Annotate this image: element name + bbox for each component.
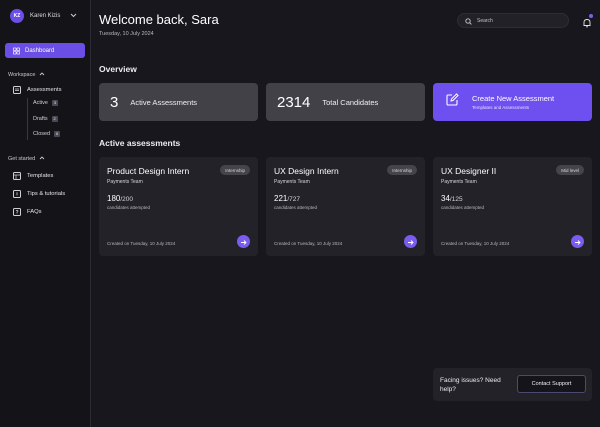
count-badge: 6 xyxy=(54,131,61,137)
stat-label: Total Candidates xyxy=(322,97,379,107)
sidebar-item-assessments[interactable]: Assessments xyxy=(13,86,61,94)
sidebar-subitem-drafts[interactable]: Drafts 2 xyxy=(33,116,58,122)
sidebar-item-label: Templates xyxy=(27,173,54,179)
notification-bell-icon[interactable] xyxy=(582,14,593,28)
attempted-count: 34 xyxy=(441,194,450,203)
sidebar-item-faqs[interactable]: FAQs xyxy=(13,208,42,216)
sidebar-item-label: Dashboard xyxy=(25,47,55,54)
open-assessment-button[interactable] xyxy=(404,235,417,248)
subnav-line xyxy=(27,98,28,140)
create-title: Create New Assessment xyxy=(472,94,555,103)
card-tag: Internship xyxy=(387,165,417,175)
card-team: Payments Team xyxy=(107,179,143,185)
count-badge: 3 xyxy=(51,100,58,106)
attempted-count: 221 xyxy=(274,194,288,203)
main-content: Welcome back, Sara Tuesday, 10 July 2024… xyxy=(91,0,600,427)
sidebar-item-label: Assessments xyxy=(27,87,62,93)
card-caption: candidates attempted xyxy=(107,205,151,210)
get-started-section-toggle[interactable]: Get started xyxy=(8,156,45,162)
subitem-label: Closed xyxy=(33,131,51,137)
stat-value: 3 xyxy=(110,93,119,111)
assessment-card[interactable]: UX Designer II Payments Team Mid level 3… xyxy=(433,157,592,256)
create-assessment-button[interactable]: Create New Assessment Templates and Asse… xyxy=(433,83,592,121)
chevron-down-icon[interactable] xyxy=(70,13,77,20)
subitem-label: Drafts xyxy=(33,116,48,122)
sidebar-item-tips[interactable]: Tips & tutorials xyxy=(13,190,65,198)
stat-value: 2314 xyxy=(277,93,311,111)
grid-icon xyxy=(13,47,20,54)
search-placeholder: Search xyxy=(477,17,493,24)
card-count: 221/727 xyxy=(274,194,300,203)
sidebar-item-label: Tips & tutorials xyxy=(27,191,66,197)
workspace-section-toggle[interactable]: Workspace xyxy=(8,72,45,78)
templates-icon xyxy=(13,172,21,180)
arrow-right-icon xyxy=(240,233,247,251)
edit-icon xyxy=(445,92,459,112)
clipboard-icon xyxy=(13,86,21,94)
card-created-date: Created on Tuesday, 10 July 2024 xyxy=(107,241,176,246)
assessment-card[interactable]: Product Design Intern Payments Team Inte… xyxy=(99,157,258,256)
stat-total-candidates[interactable]: 2314 Total Candidates xyxy=(266,83,425,121)
current-date: Tuesday, 10 July 2024 xyxy=(99,31,154,37)
chevron-up-icon xyxy=(39,156,45,162)
arrow-right-icon xyxy=(407,233,414,251)
help-panel: Facing issues? Need help? Contact Suppor… xyxy=(433,368,592,401)
card-tag: Internship xyxy=(220,165,250,175)
card-title: UX Design Intern xyxy=(274,166,339,176)
overview-heading: Overview xyxy=(99,64,137,74)
sidebar-item-templates[interactable]: Templates xyxy=(13,172,53,180)
arrow-right-icon xyxy=(574,233,581,251)
card-title: Product Design Intern xyxy=(107,166,190,176)
active-assessments-heading: Active assessments xyxy=(99,138,181,148)
open-assessment-button[interactable] xyxy=(571,235,584,248)
avatar[interactable]: KZ xyxy=(10,9,24,23)
assessment-card[interactable]: UX Design Intern Payments Team Internshi… xyxy=(266,157,425,256)
help-question: Facing issues? Need help? xyxy=(440,377,501,393)
card-count: 180/200 xyxy=(107,194,133,203)
card-created-date: Created on Tuesday, 10 July 2024 xyxy=(274,241,343,246)
stat-active-assessments[interactable]: 3 Active Assessments xyxy=(99,83,258,121)
get-started-label: Get started xyxy=(8,156,36,162)
card-team: Payments Team xyxy=(274,179,310,185)
search-input[interactable]: Search xyxy=(457,13,569,28)
card-team: Payments Team xyxy=(441,179,477,185)
sidebar-item-dashboard[interactable]: Dashboard xyxy=(5,43,85,58)
card-title: UX Designer II xyxy=(441,166,497,176)
sidebar-subitem-active[interactable]: Active 3 xyxy=(33,100,58,106)
total-count: /125 xyxy=(449,196,463,203)
search-icon xyxy=(465,12,472,30)
sidebar-subitem-closed[interactable]: Closed 6 xyxy=(33,131,61,137)
contact-support-button[interactable]: Contact Support xyxy=(517,375,586,393)
sidebar-item-label: FAQs xyxy=(27,209,42,215)
chevron-up-icon xyxy=(39,72,45,78)
workspace-label: Workspace xyxy=(8,72,36,78)
tips-icon xyxy=(13,190,21,198)
card-caption: candidates attempted xyxy=(274,205,318,210)
user-name: Karen Kizis xyxy=(30,13,61,19)
card-tag: Mid level xyxy=(556,165,584,175)
page-title: Welcome back, Sara xyxy=(99,12,219,27)
subitem-label: Active xyxy=(33,100,48,106)
card-caption: candidates attempted xyxy=(441,205,485,210)
total-count: /727 xyxy=(287,196,301,203)
create-subtitle: Templates and Assessments xyxy=(472,105,530,110)
user-menu[interactable]: KZ Karen Kizis xyxy=(10,9,77,23)
stat-label: Active Assessments xyxy=(130,97,198,107)
open-assessment-button[interactable] xyxy=(237,235,250,248)
card-created-date: Created on Tuesday, 10 July 2024 xyxy=(441,241,510,246)
faqs-icon xyxy=(13,208,21,216)
card-count: 34/125 xyxy=(441,194,463,203)
total-count: /200 xyxy=(120,196,134,203)
sidebar: KZ Karen Kizis Dashboard Workspace Asses… xyxy=(0,0,91,427)
count-badge: 2 xyxy=(51,116,58,122)
attempted-count: 180 xyxy=(107,194,121,203)
notification-dot xyxy=(589,14,593,18)
